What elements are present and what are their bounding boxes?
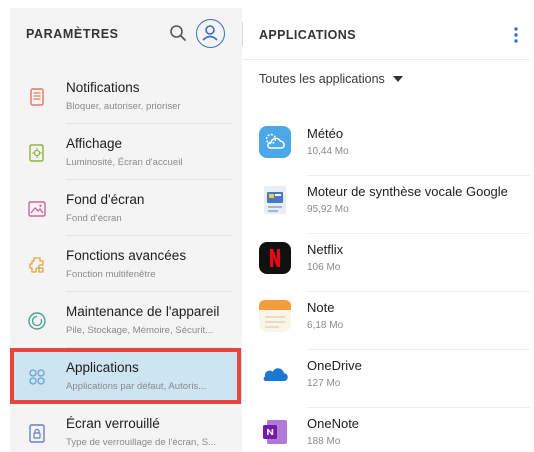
settings-header: PARAMÈTRES xyxy=(10,8,242,60)
menu-item-label: Affichage xyxy=(66,136,123,151)
app-item-onenote[interactable]: OneNote 188 Mo xyxy=(243,408,530,452)
app-item-note[interactable]: Note 6,18 Mo xyxy=(243,292,530,350)
menu-item-sublabel: Luminosité, Écran d'accueil xyxy=(66,157,183,168)
settings-title: PARAMÈTRES xyxy=(26,27,119,41)
app-item-google-tts[interactable]: Moteur de synthèse vocale Google 95,92 M… xyxy=(243,176,530,234)
app-size: 10,44 Mo xyxy=(307,146,349,157)
menu-item-lock-screen[interactable]: Écran verrouillé Type de verrouillage de… xyxy=(10,404,242,452)
menu-item-label: Fonctions avancées xyxy=(66,248,187,263)
weather-app-icon xyxy=(259,126,291,158)
menu-item-sublabel: Fond d'écran xyxy=(66,213,122,224)
menu-item-label: Maintenance de l'appareil xyxy=(66,304,220,319)
google-tts-icon xyxy=(264,186,286,214)
menu-item-sublabel: Type de verrouillage de l'écran, S... xyxy=(66,437,217,448)
search-icon[interactable] xyxy=(168,23,188,43)
app-name: OneNote xyxy=(307,416,360,431)
more-options-icon[interactable] xyxy=(513,26,519,44)
device-maintenance-icon xyxy=(28,312,46,330)
netflix-icon xyxy=(259,242,291,274)
menu-item-sublabel: Bloquer, autoriser, prioriser xyxy=(66,101,181,112)
app-filter-label: Toutes les applications xyxy=(259,72,385,86)
app-size: 6,18 Mo xyxy=(307,320,344,331)
menu-item-label: Notifications xyxy=(66,80,140,95)
notifications-icon xyxy=(30,88,44,106)
app-name: Note xyxy=(307,300,335,315)
app-size: 106 Mo xyxy=(307,262,341,273)
app-item-weather[interactable]: Météo 10,44 Mo xyxy=(243,118,530,176)
menu-item-wallpaper[interactable]: Fond d'écran Fond d'écran xyxy=(10,180,242,236)
menu-item-label: Fond d'écran xyxy=(66,192,145,207)
user-icon xyxy=(202,25,218,41)
note-app-icon xyxy=(259,300,291,332)
onenote-icon xyxy=(263,420,287,444)
dropdown-caret-icon xyxy=(392,76,403,82)
menu-item-sublabel: Pile, Stockage, Mémoire, Sécurit... xyxy=(66,325,214,336)
menu-item-sublabel: Fonction multifenêtre xyxy=(66,269,156,280)
wallpaper-icon xyxy=(28,201,46,217)
menu-item-advanced-features[interactable]: Fonctions avancées Fonction multifenêtre xyxy=(10,236,242,292)
app-name: OneDrive xyxy=(307,358,362,373)
app-name: Météo xyxy=(307,126,344,141)
menu-item-notifications[interactable]: Notifications Bloquer, autoriser, priori… xyxy=(10,68,242,124)
settings-screen: PARAMÈTRES Notifications Bloquer, autori… xyxy=(10,8,530,452)
lock-screen-icon xyxy=(29,424,45,443)
app-size: 95,92 Mo xyxy=(307,204,349,215)
settings-panel: PARAMÈTRES Notifications Bloquer, autori… xyxy=(10,8,242,452)
applications-panel: APPLICATIONS Toutes les applications Mét… xyxy=(243,8,530,452)
account-button[interactable] xyxy=(196,19,225,48)
app-name: Moteur de synthèse vocale Google xyxy=(307,184,508,199)
app-size: 188 Mo xyxy=(307,436,341,447)
app-filter-dropdown[interactable]: Toutes les applications xyxy=(259,72,403,86)
menu-item-display[interactable]: Affichage Luminosité, Écran d'accueil xyxy=(10,124,242,180)
display-icon xyxy=(29,144,44,162)
selection-highlight-frame xyxy=(10,348,241,404)
menu-item-device-maintenance[interactable]: Maintenance de l'appareil Pile, Stockage… xyxy=(10,292,242,348)
applications-header: APPLICATIONS xyxy=(243,8,530,60)
advanced-features-icon xyxy=(29,257,44,273)
app-name: Netflix xyxy=(307,242,344,257)
onedrive-icon xyxy=(259,358,291,390)
app-item-netflix[interactable]: Netflix 106 Mo xyxy=(243,234,530,292)
app-list: Météo 10,44 Mo Moteur de synthèse vocale… xyxy=(243,118,530,452)
applications-title: APPLICATIONS xyxy=(259,28,356,42)
menu-item-label: Écran verrouillé xyxy=(66,416,160,431)
app-size: 127 Mo xyxy=(307,378,341,389)
app-item-onedrive[interactable]: OneDrive 127 Mo xyxy=(243,350,530,408)
